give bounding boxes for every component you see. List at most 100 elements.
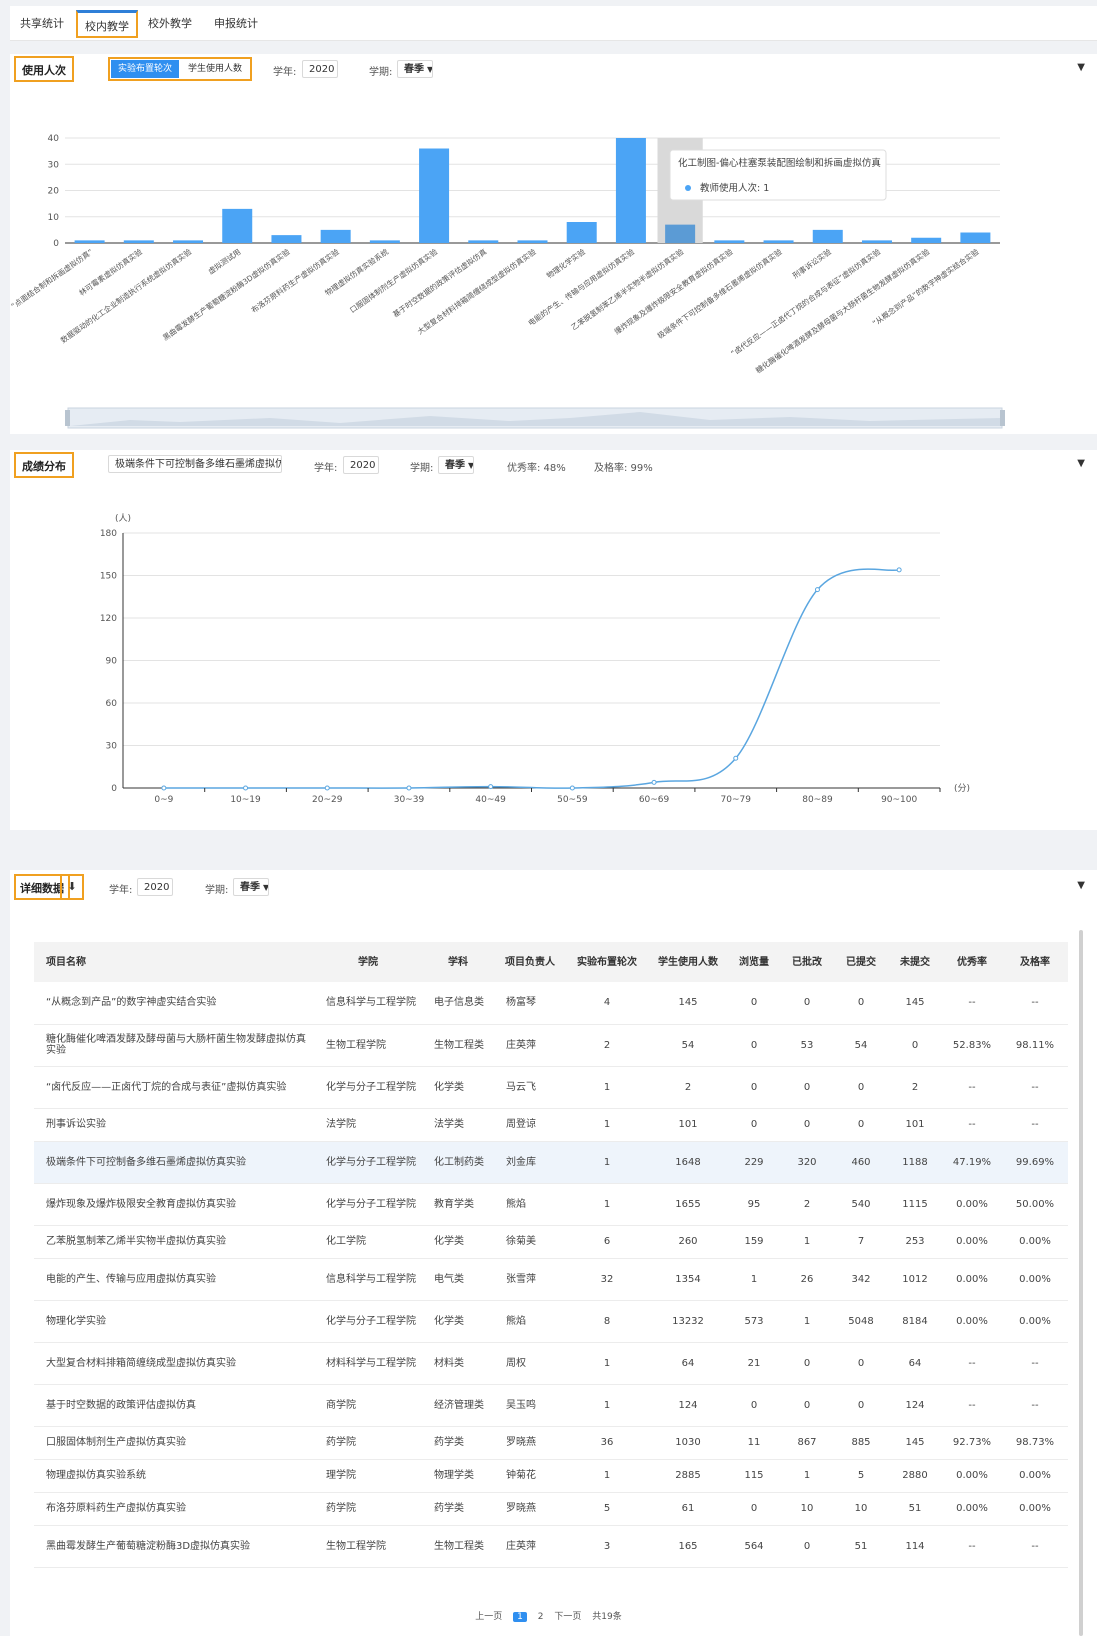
tab-declaration-stats[interactable]: 申报统计 [206, 10, 266, 38]
table-cell: 4 [566, 982, 648, 1025]
toggle-rounds[interactable]: 实验布置轮次 [111, 60, 180, 78]
column-header: 实验布置轮次 [566, 942, 648, 982]
table-cell: -- [942, 982, 1002, 1025]
term-label: 学期: [369, 67, 393, 78]
data-point [488, 784, 494, 790]
page-button-1[interactable]: 1 [513, 1612, 527, 1622]
next-page-button[interactable]: 下一页 [554, 1609, 581, 1622]
table-cell: 51 [834, 1525, 888, 1568]
table-cell: 0.00% [1002, 1225, 1068, 1259]
table-row[interactable]: “从概念到产品”的数字神虚实结合实验 信息科学与工程学院 电子信息类 杨富琴 4 145 0… [34, 982, 1068, 1025]
table-cell: 564 [728, 1525, 780, 1568]
table-cell: 145 [888, 982, 942, 1025]
table-cell: -- [942, 1342, 1002, 1385]
table-cell: 爆炸现象及爆炸极限安全教育虚拟仿真实验 [34, 1183, 314, 1226]
tab-campus-teaching[interactable]: 校内教学 [76, 10, 138, 38]
table-cell: 885 [834, 1426, 888, 1460]
column-header: 项目名称 [34, 942, 314, 982]
term-select[interactable]: 春季 ▼ [438, 456, 474, 474]
table-cell: 99.69% [1002, 1141, 1068, 1184]
column-header: 浏览量 [728, 942, 780, 982]
tooltip-value: 教师使用人次: 1 [700, 182, 769, 194]
x-tick-label: 布洛芬原料药生产虚拟仿真实验 [249, 246, 341, 315]
table-cell: 342 [834, 1258, 888, 1301]
year-select[interactable]: 2020▼ [137, 878, 173, 896]
table-row[interactable]: 糖化酶催化啤酒发酵及酵母菌与大肠杆菌生物发酵虚拟仿真实验 生物工程学院 生物工程类庄… [34, 1024, 1068, 1067]
column-header: 项目负责人 [494, 942, 566, 982]
table-cell: 0 [780, 1342, 834, 1385]
table-row[interactable]: 刑事诉讼实验 法学院 法学类 周登谅 1 101 0 0 0 101 -- -- [34, 1108, 1068, 1142]
table-row[interactable]: 布洛芬原料药生产虚拟仿真实验 药学院 药学类 罗晓燕 5 61 0 10 10 51 0.00% 0.… [34, 1492, 1068, 1526]
x-tick-label: 10~19 [230, 795, 261, 805]
table-cell: 867 [780, 1426, 834, 1460]
table-cell: -- [942, 1108, 1002, 1142]
download-icon[interactable]: ⬇ [60, 874, 84, 900]
table-cell: 0 [834, 982, 888, 1025]
table-cell: 法学院 [314, 1108, 422, 1142]
table-cell: 0.00% [942, 1258, 1002, 1301]
x-tick-label: 40~49 [475, 795, 506, 805]
table-cell: 化工学院 [314, 1225, 422, 1259]
tab-shared-stats[interactable]: 共享统计 [12, 10, 72, 38]
table-cell: 460 [834, 1141, 888, 1184]
table-row[interactable]: 大型复合材料排箱简缠绕成型虚拟仿真实验 材料科学与工程学院 材料类 周权 1 64 21 0 0… [34, 1342, 1068, 1385]
series-line [163, 568, 900, 789]
table-cell: 0 [728, 1108, 780, 1142]
year-select[interactable]: 2020▼ [302, 60, 338, 78]
table-cell: 1354 [648, 1258, 728, 1301]
table-row[interactable]: 电能的产生、传输与应用虚拟仿真实验 信息科学与工程学院 电气类 张雪萍 32 1354 1 2… [34, 1258, 1068, 1301]
table-cell: 0 [780, 1525, 834, 1568]
pagination: 上一页 1 2 下一页 共19条 [0, 1609, 1097, 1622]
table-cell: 0 [780, 982, 834, 1025]
table-cell: 0 [728, 1384, 780, 1427]
table-cell: 3 [566, 1525, 648, 1568]
page-button-2[interactable]: 2 [538, 1612, 544, 1622]
table-cell: 0 [834, 1066, 888, 1109]
table-cell: 0.00% [1002, 1300, 1068, 1343]
data-point [324, 785, 330, 791]
table-row[interactable]: 极端条件下可控制备多维石墨烯虚拟仿真实验 化学与分子工程学院 化工制药类 刘金库 1 16… [34, 1141, 1068, 1184]
table-cell: -- [1002, 1342, 1068, 1385]
tab-offcampus-teaching[interactable]: 校外教学 [140, 10, 200, 38]
table-cell: 罗晓燕 [494, 1492, 566, 1526]
table-cell: 1648 [648, 1141, 728, 1184]
prev-page-button[interactable]: 上一页 [475, 1609, 502, 1622]
table-cell: 165 [648, 1525, 728, 1568]
collapse-icon[interactable]: ▼ [1077, 62, 1085, 73]
term-select[interactable]: 春季 ▼ [397, 60, 433, 78]
table-cell: 1012 [888, 1258, 942, 1301]
y-tick-label: 30 [48, 160, 60, 170]
table-cell: 化学与分子工程学院 [314, 1141, 422, 1184]
project-select[interactable]: 极端条件下可控制备多维石墨烯虚拟仿真...▼ [108, 455, 282, 473]
table-cell: 庄英萍 [494, 1525, 566, 1568]
bar [369, 240, 400, 243]
table-cell: 61 [648, 1492, 728, 1526]
table-cell: 2885 [648, 1459, 728, 1493]
table-cell: 化学与分子工程学院 [314, 1300, 422, 1343]
grades-title: 成绩分布 [14, 452, 74, 478]
table-row[interactable]: 爆炸现象及爆炸极限安全教育虚拟仿真实验 化学与分子工程学院 教育学类 熊焰 1 1655 9… [34, 1183, 1068, 1226]
table-cell: 药学院 [314, 1492, 422, 1526]
bar [812, 229, 843, 243]
tab-bar: 共享统计 校内教学 校外教学 申报统计 [10, 6, 1097, 41]
collapse-icon[interactable]: ▼ [1077, 458, 1085, 469]
table-row[interactable]: 乙苯脱氢制苯乙烯半实物半虚拟仿真实验 化工学院 化学类 徐菊美 6 260 159 1 7 253… [34, 1225, 1068, 1259]
table-row[interactable]: 口服固体制剂生产虚拟仿真实验 药学院 药学类 罗晓燕 36 1030 11 867 885 145… [34, 1426, 1068, 1460]
table-cell: 6 [566, 1225, 648, 1259]
toggle-students[interactable]: 学生使用人数 [181, 60, 250, 78]
table-row[interactable]: 物理化学实验 化学与分子工程学院 化学类 熊焰 8 13232 573 1 5048 8184 0.… [34, 1300, 1068, 1343]
table-cell: 1 [566, 1384, 648, 1427]
bar [320, 229, 351, 243]
table-row[interactable]: “卤代反应——正卤代丁烷的合成与表征”虚拟仿真实验 化学与分子工程学院 化学类 马云飞… [34, 1066, 1068, 1109]
term-select[interactable]: 春季 ▼ [233, 878, 269, 896]
table-cell: 庄英萍 [494, 1024, 566, 1067]
table-row[interactable]: 基于时空数据的政策评估虚拟仿真 商学院 经济管理类 吴玉鸣 1 124 0 0 0 124 -- -- [34, 1384, 1068, 1427]
bar [566, 222, 597, 243]
table-row[interactable]: 物理虚拟仿真实验系统 理学院 物理学类 钟菊花 1 2885 115 1 5 2880 0.00% 0… [34, 1459, 1068, 1493]
year-select[interactable]: 2020▼ [343, 456, 379, 474]
y-tick-label: 0 [111, 784, 117, 794]
table-row[interactable]: 黑曲霉发酵生产葡萄糖淀粉酶3D虚拟仿真实验 生物工程学院 生物工程类 庄英萍 3 165 5… [34, 1525, 1068, 1568]
table-cell: 1030 [648, 1426, 728, 1460]
scrollbar[interactable] [1079, 930, 1083, 1636]
collapse-icon[interactable]: ▼ [1077, 880, 1085, 891]
